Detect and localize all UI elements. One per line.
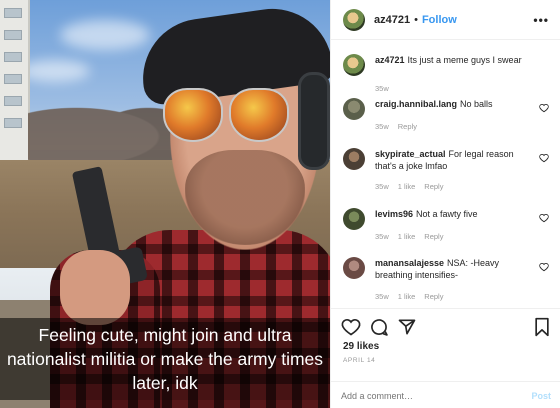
post-actions: 29 likes APRIL 14 Post <box>331 308 560 408</box>
avatar[interactable] <box>343 8 365 31</box>
reply-button[interactable]: Reply <box>424 232 443 241</box>
aviator-sunglasses <box>163 88 295 150</box>
comment-age: 35w <box>375 232 389 241</box>
building-window <box>4 8 22 18</box>
avatar[interactable] <box>343 257 365 279</box>
building-window <box>4 96 22 106</box>
avatar[interactable] <box>343 98 365 120</box>
header-separator: • <box>414 13 418 26</box>
comment-like-count[interactable]: 1 like <box>398 182 416 191</box>
action-icons <box>341 317 551 339</box>
comment-meta: 35w 1 like Reply <box>375 232 452 241</box>
comment-like-count[interactable]: 1 like <box>398 232 416 241</box>
comment-text: Its just a meme guys I swear <box>407 55 522 65</box>
comment-age: 35w <box>375 122 389 131</box>
comments-list: az4721 Its just a meme guys I swear 35w c… <box>331 40 560 308</box>
hand <box>60 250 130 325</box>
comment-meta: 35w <box>375 84 398 93</box>
caption-text: Feeling cute, might join and ultra natio… <box>6 325 324 393</box>
bookmark-icon[interactable] <box>533 317 551 337</box>
comment-age: 35w <box>375 292 389 301</box>
comment-meta: 35w 1 like Reply <box>375 292 452 301</box>
comment-body: az4721 Its just a meme guys I swear <box>375 54 535 66</box>
comment-text: Not a fawty five <box>416 209 478 219</box>
lens-left <box>163 88 223 142</box>
avatar[interactable] <box>343 208 365 230</box>
building-window <box>4 74 22 84</box>
building-window <box>4 52 22 62</box>
cloud <box>60 20 150 50</box>
comment-icon[interactable] <box>369 317 389 337</box>
ear-protection <box>298 72 330 170</box>
comment-body: craig.hannibal.lang No balls <box>375 98 535 110</box>
comment-item: levims96 Not a fawty five 35w 1 like Reply <box>343 208 553 256</box>
comment-item: manansalajesse NSA: -Heavy breathing inte… <box>343 257 553 308</box>
comment-item: craig.hannibal.lang No balls 35w Reply <box>343 98 553 146</box>
like-count[interactable]: 29 likes <box>343 341 379 352</box>
post-header: az4721 • Follow ••• <box>331 0 560 40</box>
comment-body: manansalajesse NSA: -Heavy breathing inte… <box>375 257 535 281</box>
comment-username[interactable]: levims96 <box>375 209 413 219</box>
more-icon[interactable]: ••• <box>533 13 549 27</box>
reply-button[interactable]: Reply <box>424 292 443 301</box>
building-window <box>4 118 22 128</box>
comment-body: skypirate_actual For legal reason that's … <box>375 148 535 172</box>
header-username[interactable]: az4721 <box>374 14 410 26</box>
comment-username[interactable]: manansalajesse <box>375 258 444 268</box>
building-window <box>4 30 22 40</box>
add-comment-bar: Post <box>331 381 560 408</box>
comment-username[interactable]: az4721 <box>375 55 405 65</box>
comment-body: levims96 Not a fawty five <box>375 208 535 220</box>
avatar[interactable] <box>343 148 365 170</box>
reply-button[interactable]: Reply <box>398 122 417 131</box>
comment-like-count[interactable]: 1 like <box>398 292 416 301</box>
beard <box>185 150 305 245</box>
comment-username[interactable]: craig.hannibal.lang <box>375 99 457 109</box>
post-button[interactable]: Post <box>531 391 551 401</box>
heart-icon[interactable] <box>539 103 549 113</box>
photo-caption: Feeling cute, might join and ultra natio… <box>0 318 330 400</box>
post-date: APRIL 14 <box>343 357 376 364</box>
comment-meta: 35w Reply <box>375 122 426 131</box>
heart-icon[interactable] <box>341 317 361 337</box>
comment-age: 35w <box>375 182 389 191</box>
heart-icon[interactable] <box>539 213 549 223</box>
share-icon[interactable] <box>397 317 417 337</box>
post-side-panel: az4721 • Follow ••• az4721 Its just a mem… <box>330 0 560 408</box>
avatar[interactable] <box>343 54 365 76</box>
building <box>0 0 30 160</box>
comment-text: No balls <box>460 99 493 109</box>
comment-age: 35w <box>375 84 389 93</box>
lens-right <box>229 88 289 142</box>
post-photo[interactable]: Feeling cute, might join and ultra natio… <box>0 0 330 408</box>
heart-icon[interactable] <box>539 262 549 272</box>
comment-username[interactable]: skypirate_actual <box>375 149 446 159</box>
comment-item: az4721 Its just a meme guys I swear 35w <box>343 54 553 102</box>
comment-meta: 35w 1 like Reply <box>375 182 452 191</box>
reply-button[interactable]: Reply <box>424 182 443 191</box>
follow-button[interactable]: Follow <box>422 14 457 26</box>
add-comment-input[interactable] <box>341 388 511 404</box>
heart-icon[interactable] <box>539 153 549 163</box>
comment-item: skypirate_actual For legal reason that's … <box>343 148 553 200</box>
